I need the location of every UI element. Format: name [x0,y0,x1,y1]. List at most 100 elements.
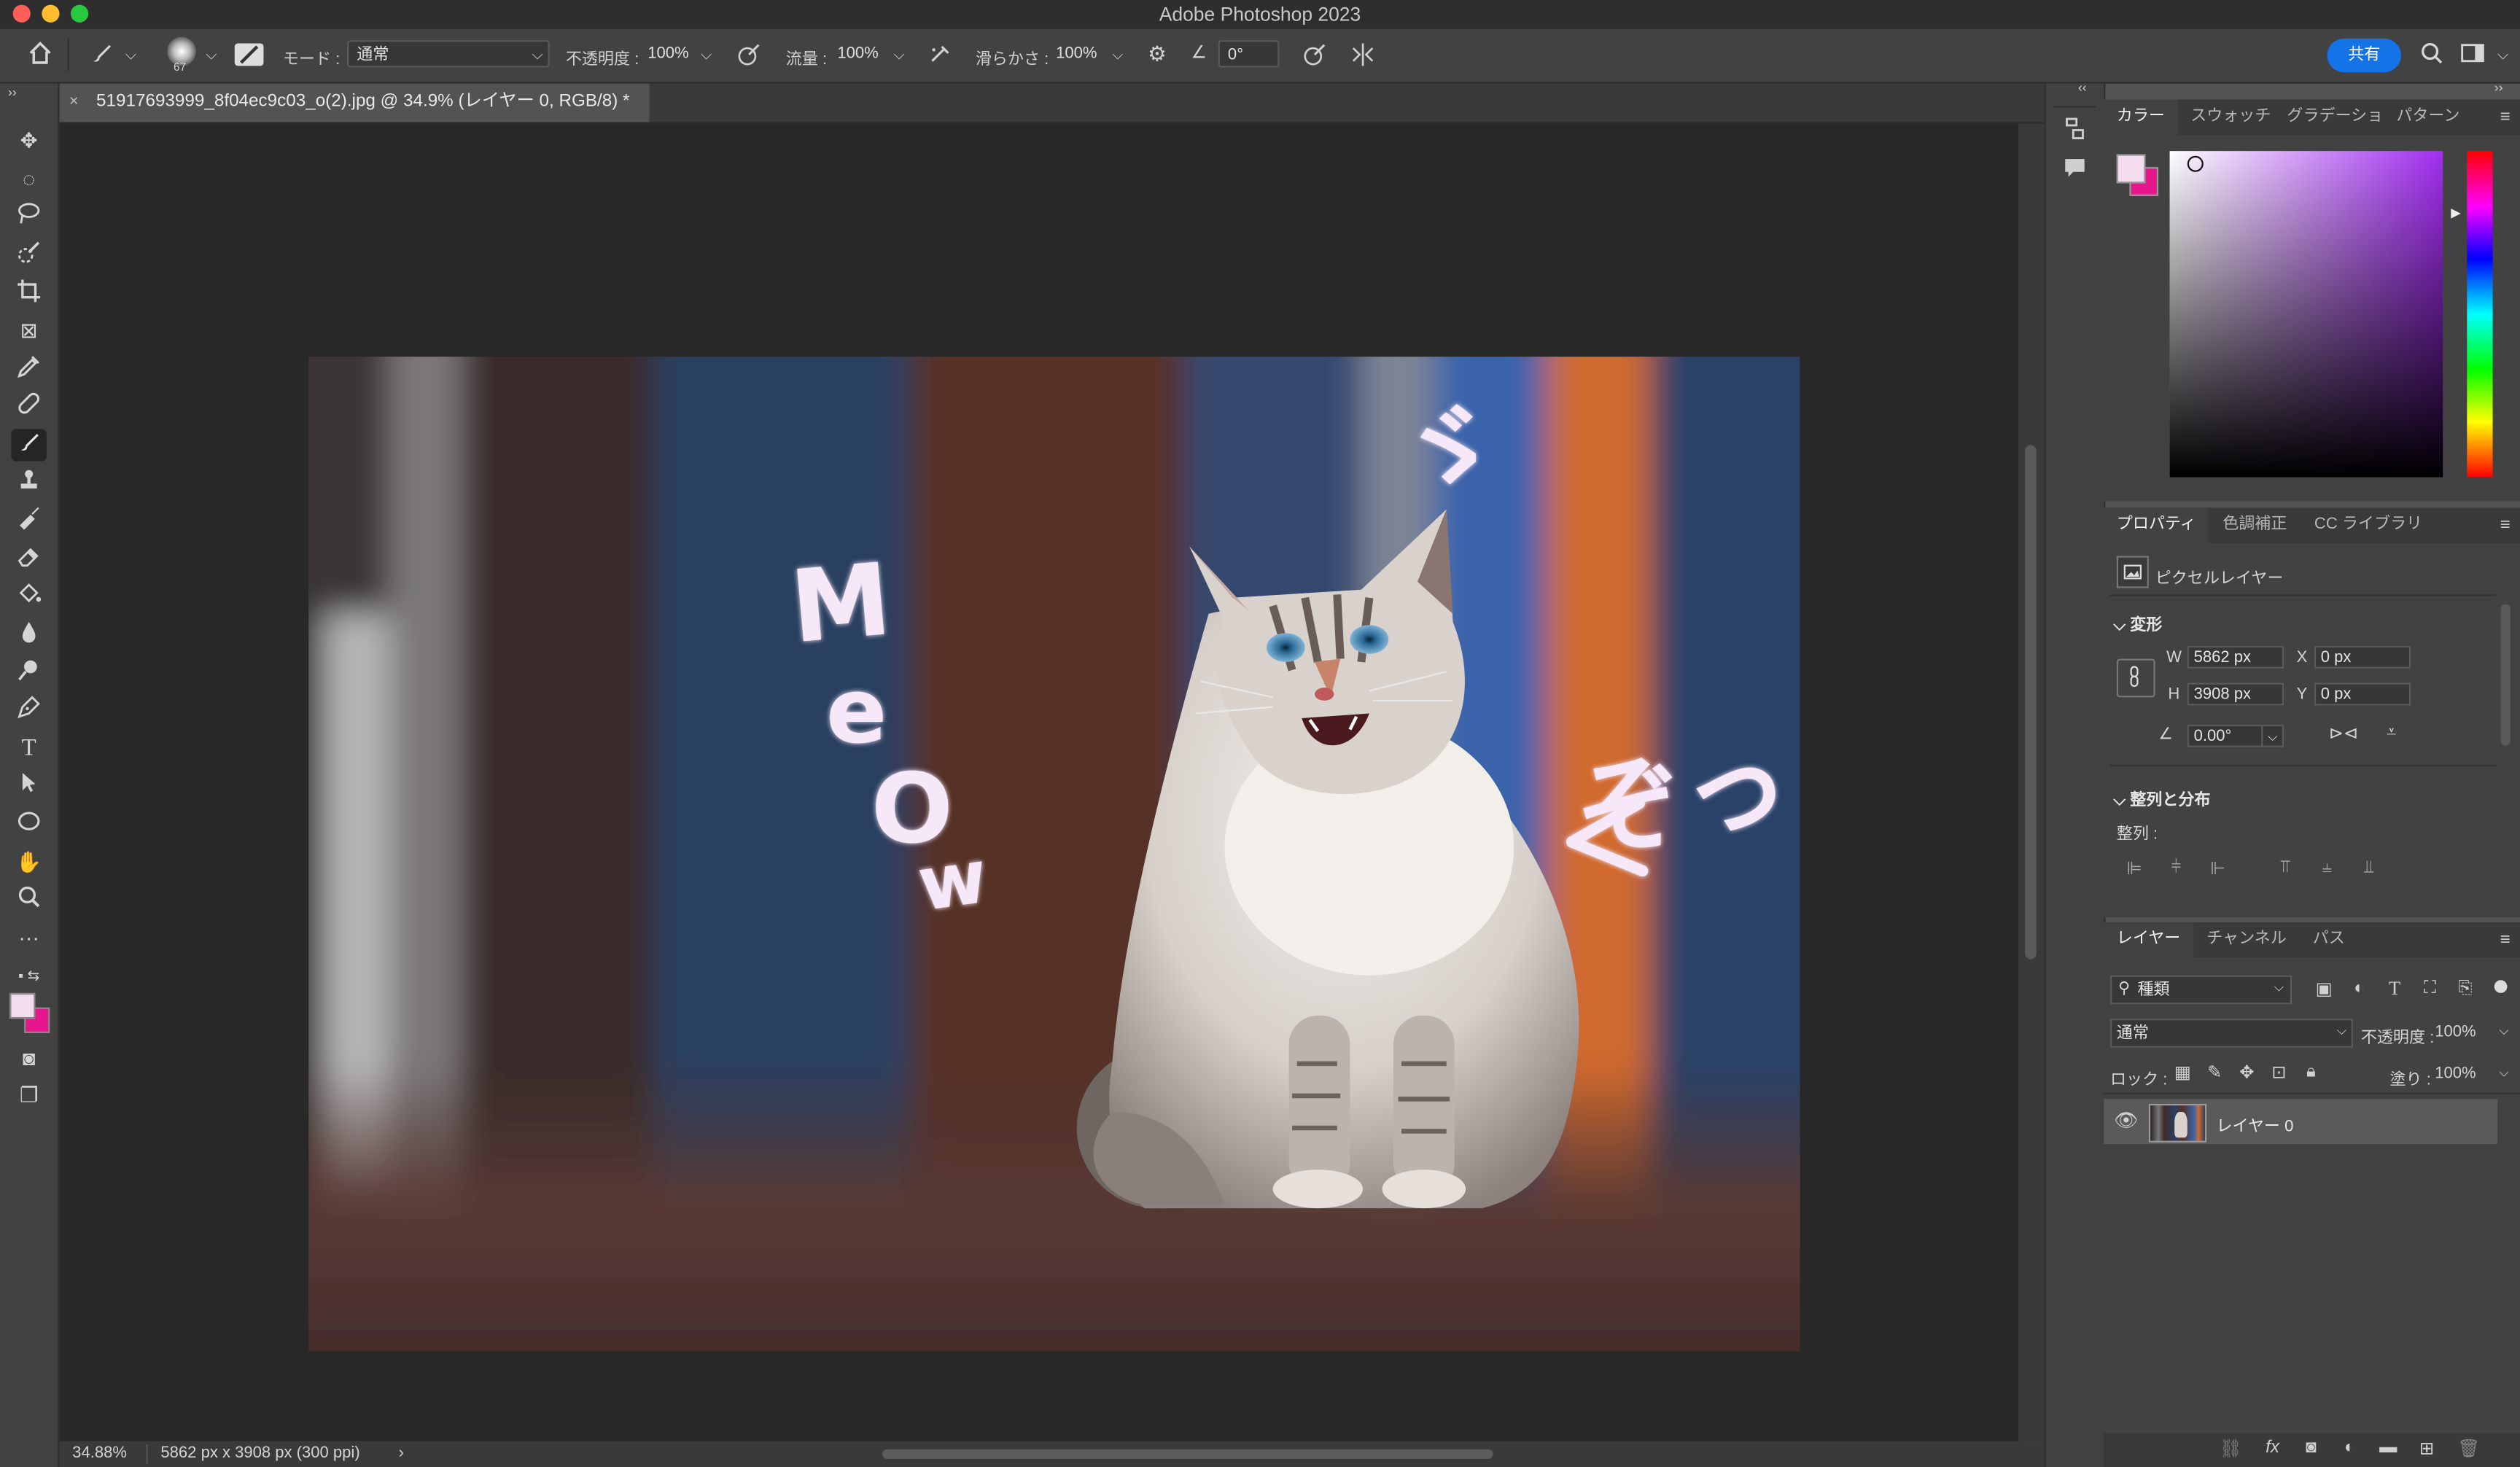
flip-horizontal-icon[interactable]: ⊳⊲ [2329,723,2359,744]
symmetry-icon[interactable] [1347,42,1379,72]
zoom-level[interactable]: 34.88% [72,1444,127,1462]
horizontal-scroll-thumb[interactable] [882,1449,1493,1459]
canvas-area[interactable]: M e O w ゞ ぞっ [59,123,2019,1441]
brush-tip-preview[interactable] [167,36,196,66]
chevron-down-icon[interactable]: ⌵ [2499,1065,2508,1081]
chevron-down-icon[interactable]: ⌵ [2497,47,2508,64]
panels-collapse-icon[interactable]: ›› [2494,80,2503,95]
brush-preset-icon[interactable] [84,40,119,71]
x-input[interactable]: 0 px [2314,645,2411,669]
tab-properties[interactable]: プロパティ [2104,507,2209,543]
share-button[interactable]: 共有 [2327,38,2401,73]
move-icon[interactable]: ✥ [11,125,46,157]
history-panel-icon[interactable] [2061,116,2090,147]
new-adjustment-icon[interactable]: ◐ [2338,1438,2361,1457]
color-picker-cursor[interactable] [2187,155,2204,172]
tab-swatches[interactable]: スウォッチ [2178,100,2284,135]
filter-shape-icon[interactable]: ⛶ [2419,978,2441,1000]
tab-layers[interactable]: レイヤー [2104,922,2193,958]
align-middle-icon[interactable]: ⫨ [2316,858,2338,879]
link-icon[interactable] [2116,658,2155,698]
mode-select[interactable]: 通常 [347,40,550,68]
tab-color[interactable]: カラー [2104,99,2178,136]
swap-colors-icon[interactable]: ▪ ⇆ [7,960,52,992]
flip-vertical-icon[interactable]: ⩡ [2377,723,2406,744]
bucket-icon[interactable] [11,580,46,612]
align-section-toggle[interactable]: ⌵ 整列と分布 [2113,786,2210,809]
ellipse-icon[interactable] [11,808,46,840]
history-brush-icon[interactable] [11,505,46,537]
tab-gradients[interactable]: グラデーショ [2274,100,2396,135]
filter-adjustment-icon[interactable]: ◐ [2348,978,2371,997]
tab-patterns[interactable]: パターン [2384,100,2473,135]
chevron-down-icon[interactable]: ⌵ [206,47,217,64]
width-input[interactable]: 5862 px [2187,645,2284,669]
gear-icon[interactable]: ⚙ [1141,42,1173,67]
eye-icon[interactable]: 👁︎ [2113,1109,2139,1132]
delete-layer-icon[interactable]: 🗑︎ [2457,1438,2480,1459]
eraser-icon[interactable] [11,543,46,575]
color-foreground-swatch[interactable] [2116,154,2146,184]
search-icon[interactable] [2417,42,2446,69]
chevron-down-icon[interactable]: ⌵ [2499,1024,2508,1040]
angle-input[interactable]: 0° [1218,40,1280,68]
align-center-icon[interactable]: ⫩ [2165,858,2188,879]
new-layer-icon[interactable]: ⊞ [2416,1438,2438,1459]
color-field[interactable] [2169,151,2443,478]
filter-toggle-icon[interactable] [2494,980,2508,993]
panel-collapse-icon[interactable]: ›› [8,85,17,100]
crop-icon[interactable] [11,278,46,310]
hue-slider[interactable] [2467,151,2493,478]
document-canvas[interactable]: M e O w ゞ ぞっ [308,357,1800,1352]
align-top-icon[interactable]: ⫪ [2274,858,2297,879]
link-layers-icon[interactable]: ⛓ [2220,1438,2242,1459]
layer-filter-select[interactable]: 種類 [2109,975,2292,1005]
lock-transparent-icon[interactable]: ▦ [2171,1062,2194,1083]
vertical-scroll-thumb[interactable] [2025,445,2037,960]
comments-panel-icon[interactable] [2061,157,2090,184]
dodge-icon[interactable] [11,657,46,689]
blend-mode-select[interactable]: 通常 [2109,1019,2353,1048]
lock-artboard-icon[interactable]: ⊡ [2268,1062,2290,1083]
tab-adjustments[interactable]: 色調補正 [2210,507,2300,542]
tab-channels[interactable]: チャンネル [2194,922,2300,957]
vertical-scrollbar[interactable] [2018,123,2045,1441]
lock-pixels-icon[interactable]: ✎ [2204,1062,2226,1083]
layer-opacity-input[interactable]: 100% [2435,1024,2476,1041]
foreground-color-swatch[interactable] [9,992,36,1019]
pen-icon[interactable] [11,694,46,726]
marquee-icon[interactable]: ◌ [11,164,46,196]
align-bottom-icon[interactable]: ⫫ [2357,858,2380,879]
screen-mode-icon[interactable]: ❐ [11,1080,46,1112]
type-icon[interactable]: T [11,733,46,765]
rotation-dropdown[interactable]: ⌵ [2261,724,2284,747]
close-tab-icon[interactable]: × [69,93,79,111]
height-input[interactable]: 3908 px [2187,682,2284,706]
brush-icon[interactable] [11,429,47,462]
stamp-icon[interactable] [11,467,46,499]
pressure-opacity-icon[interactable] [733,42,765,72]
lock-position-icon[interactable]: ✥ [2236,1062,2258,1083]
y-input[interactable]: 0 px [2314,682,2411,706]
add-mask-icon[interactable]: ◙ [2300,1438,2322,1457]
home-icon[interactable] [23,40,58,71]
blur-icon[interactable] [11,618,46,650]
fill-input[interactable]: 100% [2435,1065,2476,1083]
fx-icon[interactable]: fx [2261,1438,2284,1457]
tab-cc-libraries[interactable]: CC ライブラリ [2301,507,2435,542]
panel-menu-icon[interactable]: ≡ [2500,930,2511,949]
flow-input[interactable]: 100% [829,40,887,67]
strip-collapse-icon[interactable]: ‹‹ [2078,80,2087,95]
quick-mask-icon[interactable]: ◙ [11,1043,46,1075]
eyedropper-icon[interactable] [11,354,46,386]
frame-icon[interactable]: ⊠ [11,315,46,347]
chevron-down-icon[interactable]: ⌵ [1112,47,1123,64]
lock-all-icon[interactable]: 🔒︎ [2300,1062,2322,1083]
healing-icon[interactable] [11,390,46,422]
transform-section-toggle[interactable]: ⌵ 変形 [2113,610,2162,634]
pressure-size-icon[interactable] [1299,42,1331,72]
workspace-icon[interactable] [2459,42,2488,69]
opacity-input[interactable]: 100% [639,40,697,67]
panel-menu-icon[interactable]: ≡ [2500,108,2511,127]
smoothing-input[interactable]: 100% [1048,40,1105,67]
